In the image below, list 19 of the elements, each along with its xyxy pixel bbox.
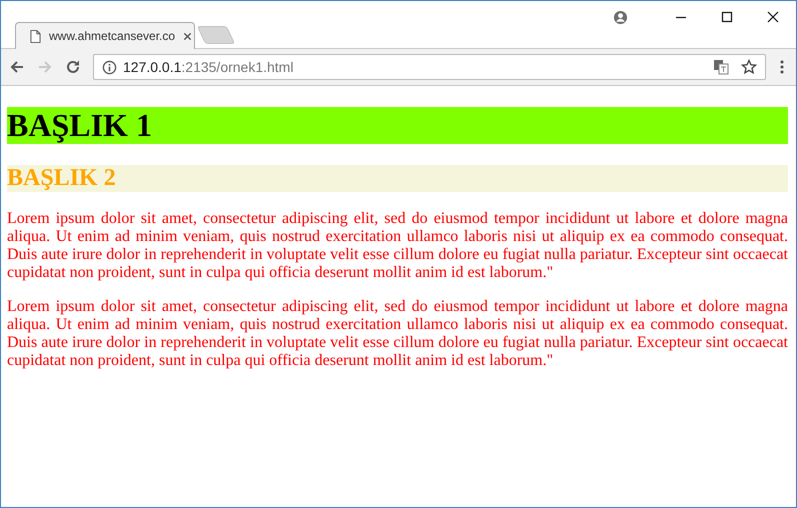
maximize-icon[interactable]: [721, 11, 733, 23]
star-icon[interactable]: [741, 59, 757, 75]
paragraph: Lorem ipsum dolor sit amet, consectetur adipiscing elit, sed do eiusmod tempor incididunt ut labore et dolore magna aliqua. Ut enim ad minim veniam, quis nostrud exercitation ullamco laboris nisi ut aliquip ex ea commodo consequat. Duis aute irure dolor in reprehenderit in voluptate velit esse cillum dolore eu fugiat nulla pariatur. Excepteur sint occaecat cupidatat non proident, sunt in culpa qui officia deserunt mollit anim id est laborum.": [7, 210, 788, 282]
menu-icon[interactable]: [780, 59, 784, 75]
close-icon[interactable]: [183, 32, 192, 40]
address-bar[interactable]: 127.0.0.1:2135/ornek1.html: [93, 54, 766, 80]
close-icon[interactable]: [767, 11, 779, 23]
page-icon: [30, 30, 41, 42]
translate-icon[interactable]: [713, 59, 729, 75]
url-text: 127.0.0.1:2135/ornek1.html: [123, 59, 294, 75]
tab-title: www.ahmetcansever.co: [49, 29, 176, 43]
paragraph: Lorem ipsum dolor sit amet, consectetur adipiscing elit, sed do eiusmod tempor incididunt ut labore et dolore magna aliqua. Ut enim ad minim veniam, quis nostrud exercitation ullamco laboris nisi ut aliquip ex ea commodo consequat. Duis aute irure dolor in reprehenderit in voluptate velit esse cillum dolore eu fugiat nulla pariatur. Excepteur sint occaecat cupidatat non proident, sunt in culpa qui officia deserunt mollit anim id est laborum.": [7, 298, 788, 370]
profile-icon[interactable]: [613, 10, 628, 24]
heading: BAŞLIK 1: [7, 107, 788, 144]
subheading: BAŞLIK 2: [7, 165, 788, 192]
info-icon[interactable]: [102, 60, 117, 74]
back-icon[interactable]: [9, 59, 25, 75]
reload-icon[interactable]: [65, 59, 81, 75]
browser-tab[interactable]: www.ahmetcansever.co: [15, 22, 195, 49]
